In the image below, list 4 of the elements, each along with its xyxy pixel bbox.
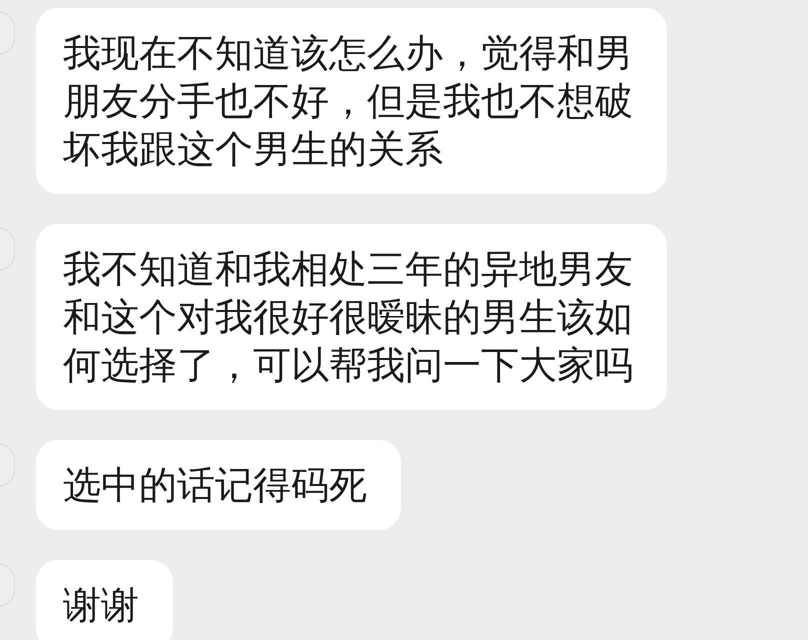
message-bubble: 选中的话记得码死 bbox=[36, 440, 401, 530]
message-bubble: 我现在不知道该怎么办，觉得和男朋友分手也不好，但是我也不想破坏我跟这个男生的关系 bbox=[36, 8, 667, 194]
message-bubble: 我不知道和我相处三年的异地男友和这个对我很好很暧昧的男生该如何选择了，可以帮我问一下大家吗 bbox=[36, 224, 667, 410]
message-bubble: 谢谢 bbox=[36, 560, 173, 640]
